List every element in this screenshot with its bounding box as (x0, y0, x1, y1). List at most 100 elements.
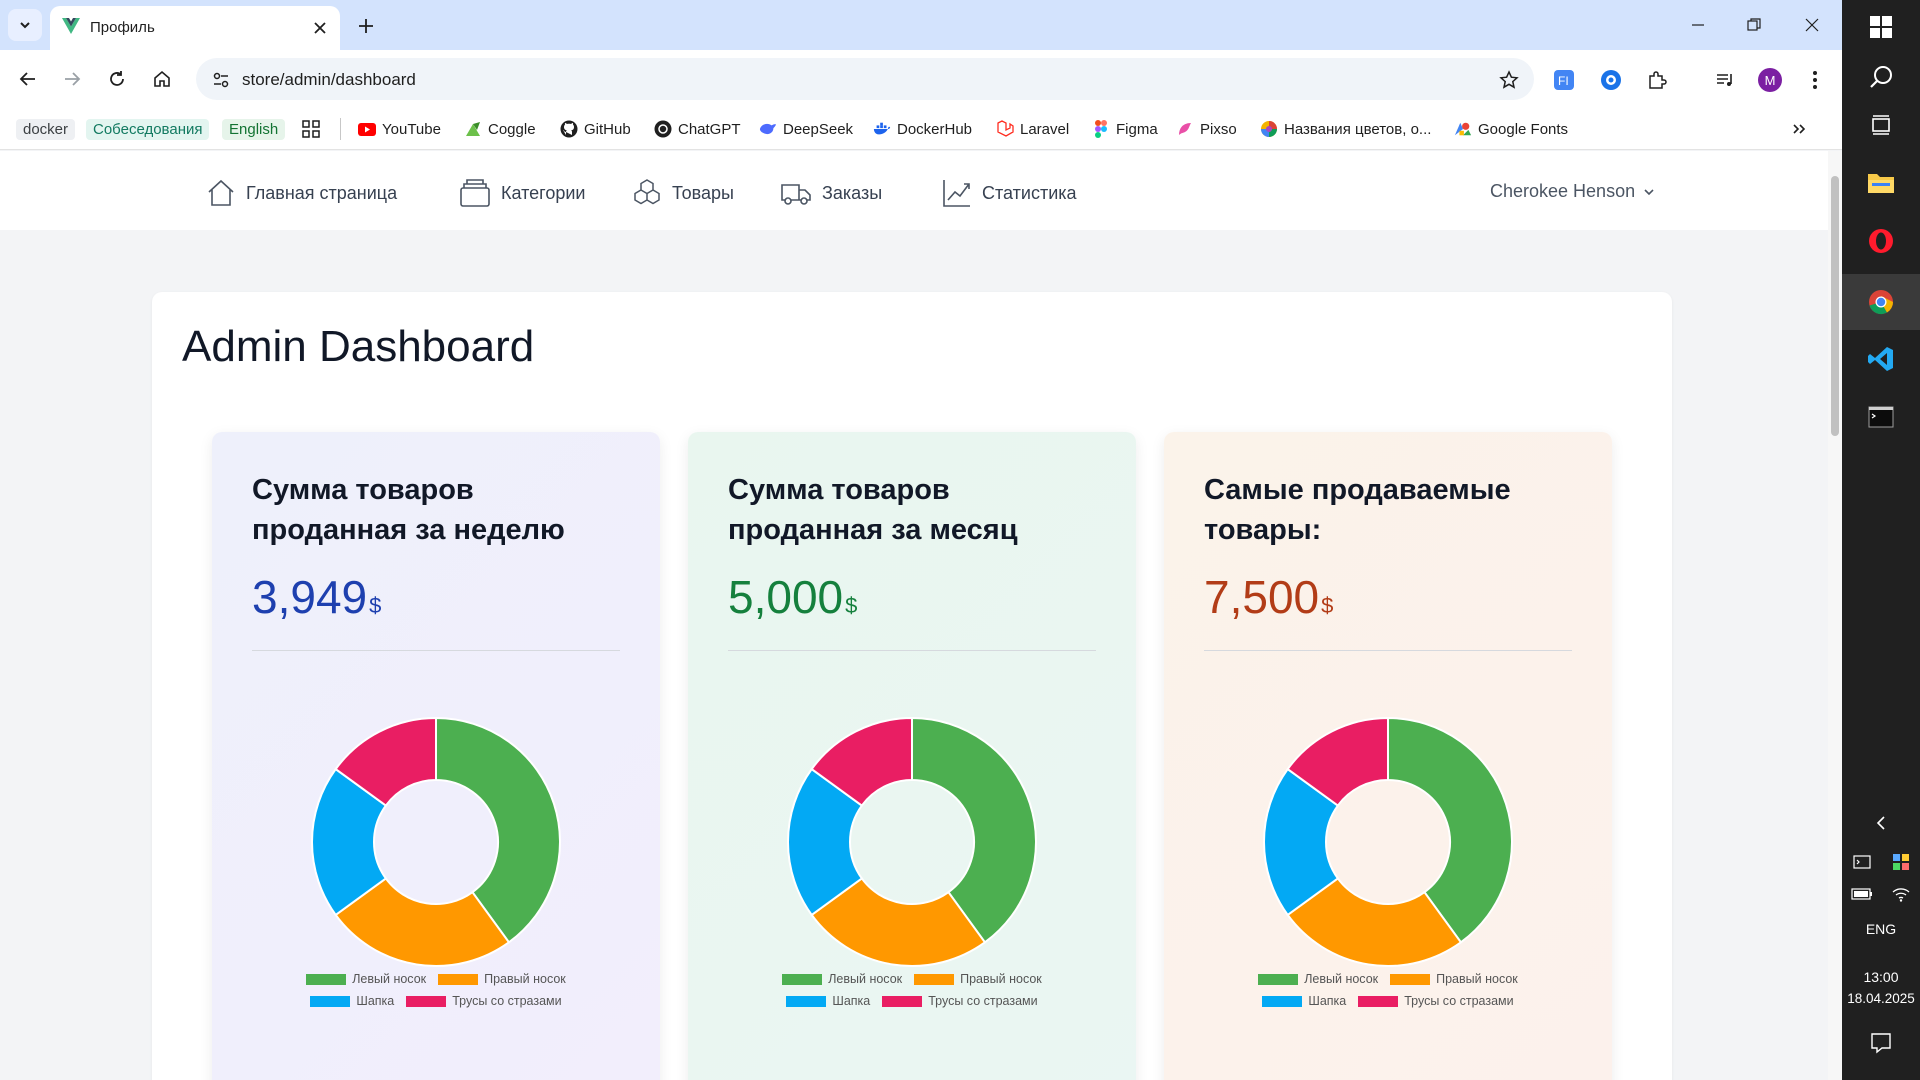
bookmark-colors[interactable]: Названия цветов, о... (1260, 116, 1431, 142)
tab-close-icon[interactable] (308, 16, 332, 40)
bookmark-figma[interactable]: Figma (1092, 116, 1158, 142)
legend-item[interactable]: Правый носок (438, 972, 566, 986)
minimize-button[interactable] (1670, 8, 1726, 42)
legend-item[interactable]: Правый носок (914, 972, 1042, 986)
clock-time[interactable]: 13:00 (1842, 969, 1920, 985)
nav-stats[interactable]: Статистика (942, 177, 1077, 209)
bookmark-github[interactable]: GitHub (560, 116, 631, 142)
folder-icon (1868, 174, 1894, 193)
legend-item[interactable]: Шапка (1262, 994, 1346, 1008)
legend-item[interactable]: Шапка (786, 994, 870, 1008)
show-hidden-icons-button[interactable] (1842, 808, 1920, 838)
taskbar-vscode[interactable] (1842, 332, 1920, 386)
legend-row: Шапка Трусы со стразами (688, 994, 1136, 1008)
forward-button[interactable] (56, 63, 88, 95)
tray-wifi-icon[interactable] (1881, 880, 1920, 908)
extension-translate-icon[interactable]: FI (1549, 65, 1579, 95)
windows-logo-icon (1870, 16, 1892, 38)
bookmark-laravel[interactable]: Laravel (996, 116, 1069, 142)
language-indicator[interactable]: ENG (1842, 921, 1920, 937)
bookmarks-overflow-button[interactable] (1792, 116, 1806, 142)
tab-profile[interactable]: Профиль (50, 6, 340, 50)
search-button[interactable] (1842, 50, 1920, 104)
bookmark-chatgpt-label: ChatGPT (678, 120, 741, 138)
start-button[interactable] (1842, 0, 1920, 54)
legend-label: Левый носок (828, 972, 903, 986)
stat-card-month: Сумма товаров проданная за месяц 5,000 $… (688, 432, 1136, 1080)
legend-item[interactable]: Трусы со стразами (882, 994, 1038, 1008)
user-menu[interactable]: Cherokee Henson (1490, 181, 1655, 202)
legend-swatch (1358, 995, 1399, 1007)
tray-app-icon[interactable] (1881, 848, 1920, 876)
apps-grid-icon (302, 120, 320, 138)
restore-button[interactable] (1726, 8, 1782, 42)
legend-item[interactable]: Трусы со стразами (1358, 994, 1514, 1008)
legend-label: Правый носок (1436, 972, 1518, 986)
legend-item[interactable]: Шапка (310, 994, 394, 1008)
nav-home[interactable]: Главная страница (206, 177, 397, 209)
tab-title: Профиль (90, 19, 155, 36)
taskbar-chrome[interactable] (1842, 274, 1920, 330)
new-tab-button[interactable] (352, 12, 380, 40)
close-window-button[interactable] (1784, 8, 1840, 42)
home-button[interactable] (146, 63, 178, 95)
scrollbar-thumb[interactable] (1831, 176, 1839, 436)
amount-value: 3,949 (252, 571, 368, 623)
site-settings-icon[interactable] (208, 67, 234, 93)
notifications-button[interactable] (1842, 1018, 1920, 1068)
bookmark-interviews[interactable]: Собеседования (86, 116, 210, 142)
legend-item[interactable]: Левый носок (306, 972, 426, 986)
extension-blue-circle-icon[interactable] (1596, 65, 1626, 95)
reload-button[interactable] (101, 63, 133, 95)
bookmark-googlefonts[interactable]: Google Fonts (1454, 116, 1568, 142)
legend-swatch (310, 995, 351, 1007)
tab-search-button[interactable] (8, 9, 42, 41)
legend-item[interactable]: Правый носок (1390, 972, 1518, 986)
bookmark-english[interactable]: English (222, 116, 286, 142)
bookmark-pixso[interactable]: Pixso (1176, 116, 1237, 142)
legend-swatch (1262, 995, 1303, 1007)
nav-categories[interactable]: Категории (459, 177, 585, 209)
bookmark-youtube[interactable]: YouTube (358, 116, 441, 142)
tray-terminal-icon[interactable] (1842, 848, 1881, 876)
bookmark-dockerhub[interactable]: DockerHub (873, 116, 972, 142)
bookmark-deepseek[interactable]: DeepSeek (759, 116, 853, 142)
console-icon (1852, 855, 1871, 869)
legend-label: Правый носок (960, 972, 1042, 986)
bookmark-docker[interactable]: docker (16, 116, 76, 142)
extensions-puzzle-icon[interactable] (1642, 65, 1672, 95)
back-button[interactable] (12, 63, 44, 95)
taskbar-opera[interactable] (1842, 214, 1920, 268)
web-page: Главная страница Категории Товары Заказы… (0, 151, 1828, 1080)
nav-orders[interactable]: Заказы (780, 177, 882, 209)
clock-date[interactable]: 18.04.2025 (1842, 991, 1920, 1006)
profile-avatar[interactable]: M (1755, 65, 1785, 95)
bookmark-googlefonts-label: Google Fonts (1478, 120, 1569, 138)
address-bar[interactable]: store/admin/dashboard (196, 58, 1534, 100)
color-wheel-icon (1260, 120, 1278, 138)
media-controls-icon[interactable] (1710, 65, 1740, 95)
legend-row: Левый носок Правый носок (1164, 972, 1612, 986)
legend-item[interactable]: Трусы со стразами (406, 994, 562, 1008)
cubes-icon (634, 179, 660, 205)
legend-item[interactable]: Левый носок (1258, 972, 1378, 986)
taskbar-terminal[interactable] (1842, 390, 1920, 444)
legend-label: Левый носок (352, 972, 427, 986)
nav-products-label: Товары (672, 182, 734, 203)
legend-item[interactable]: Левый носок (782, 972, 902, 986)
taskbar-file-explorer[interactable] (1842, 156, 1920, 210)
chart-legend: Левый носок Правый носок Шапка Трусы со стр… (1164, 972, 1612, 1016)
currency-sign: $ (845, 593, 858, 618)
google-fonts-icon (1454, 120, 1472, 138)
nav-products[interactable]: Товары (632, 177, 734, 209)
page-scrollbar[interactable] (1828, 151, 1842, 1080)
browser-menu-button[interactable] (1800, 65, 1830, 95)
task-view-icon (1872, 115, 1890, 135)
apps-grid-button[interactable] (302, 116, 320, 142)
bookmark-coggle[interactable]: Coggle (464, 116, 536, 142)
bookmark-chatgpt[interactable]: ChatGPT (654, 116, 741, 142)
task-view-button[interactable] (1842, 98, 1920, 152)
tray-battery-icon[interactable] (1842, 880, 1881, 908)
bookmark-coggle-label: Coggle (488, 120, 536, 138)
bookmark-star-icon[interactable] (1496, 67, 1522, 93)
